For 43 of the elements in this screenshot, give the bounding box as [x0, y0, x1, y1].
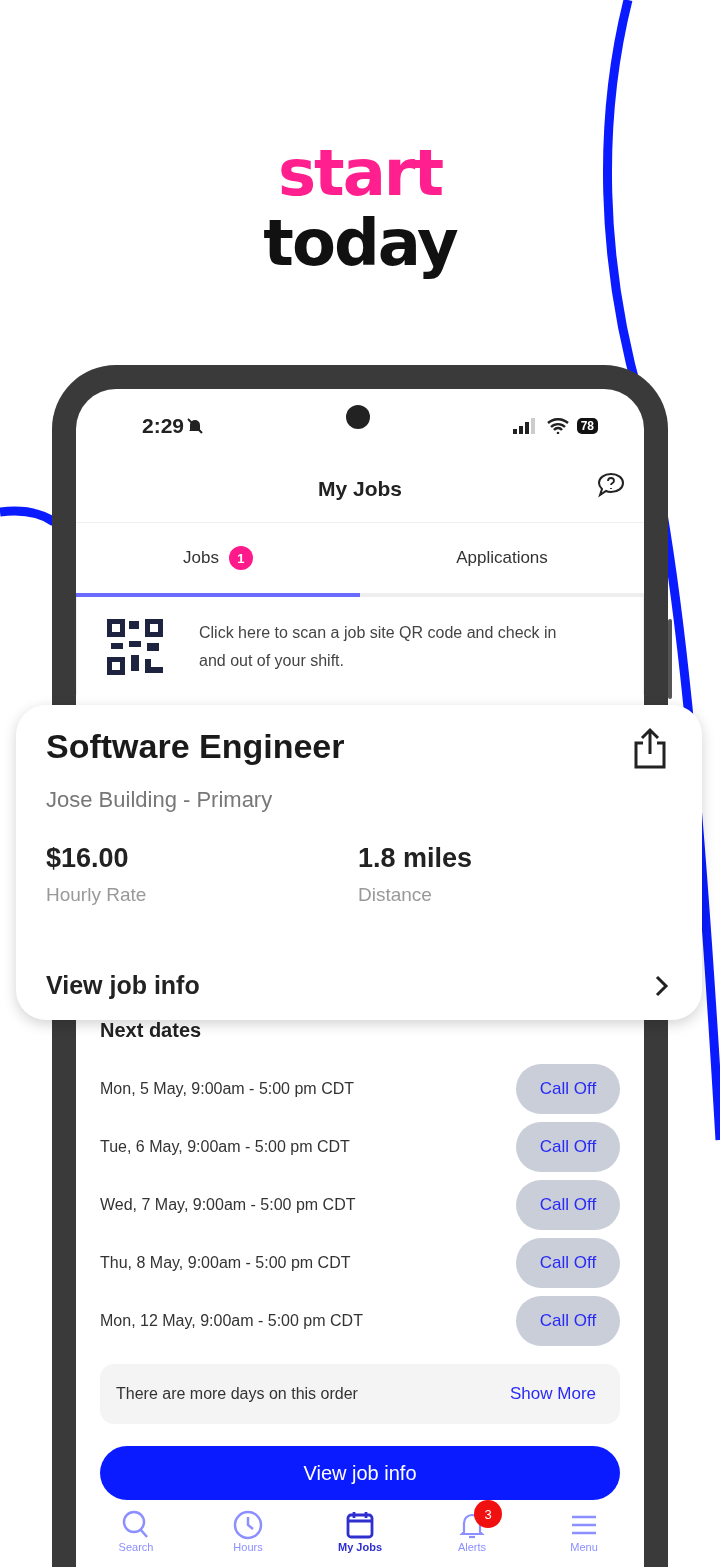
view-job-info-link[interactable]: View job info	[46, 971, 670, 1000]
shift-date: Tue, 6 May, 9:00am - 5:00 pm CDT	[100, 1138, 350, 1156]
job-location: Jose Building - Primary	[46, 787, 274, 813]
call-off-button[interactable]: Call Off	[516, 1064, 620, 1114]
qr-code-icon[interactable]	[107, 619, 163, 675]
shift-date: Mon, 12 May, 9:00am - 5:00 pm CDT	[100, 1312, 363, 1330]
shift-date: Wed, 7 May, 9:00am - 5:00 pm CDT	[100, 1196, 356, 1214]
nav-item[interactable]: My Jobs	[320, 1500, 400, 1553]
section-title: Next dates	[100, 1019, 203, 1042]
show-more-link[interactable]: Show More	[510, 1384, 596, 1404]
stat-label: Hourly Rate	[46, 884, 148, 906]
stat-value: $16.00	[46, 843, 130, 874]
more-days-text: There are more days on this order	[116, 1385, 358, 1403]
status-time: 2:29	[142, 414, 185, 438]
calendar-icon	[345, 1510, 375, 1540]
count-badge: 1	[228, 546, 253, 570]
battery-level: 78	[576, 418, 598, 434]
wifi-icon	[546, 418, 569, 434]
stat-value: 1.8 miles	[358, 843, 474, 874]
job-title: Software Engineer	[46, 727, 345, 766]
camera-dot	[346, 405, 370, 429]
shift-date: Mon, 5 May, 9:00am - 5:00 pm CDT	[100, 1080, 354, 1098]
headline: today	[263, 208, 457, 278]
count-badge: 3	[474, 1500, 502, 1528]
muted-bell-icon	[186, 417, 205, 435]
nav-item[interactable]: Hours	[208, 1500, 288, 1553]
nav-item[interactable]: Menu	[544, 1500, 624, 1553]
call-off-button[interactable]: Call Off	[516, 1238, 620, 1288]
view-job-info-button[interactable]: View job info	[100, 1446, 620, 1500]
nav-item[interactable]: Alerts 3	[432, 1500, 512, 1553]
stat-label: Distance	[358, 884, 433, 906]
chevron-right-icon	[654, 973, 670, 998]
shift-date: Thu, 8 May, 9:00am - 5:00 pm CDT	[100, 1254, 351, 1272]
help-chat-icon[interactable]	[596, 471, 626, 499]
headline: start	[278, 138, 442, 208]
call-off-button[interactable]: Call Off	[516, 1180, 620, 1230]
nav-item[interactable]: Search	[96, 1500, 176, 1553]
clock-icon	[233, 1510, 263, 1540]
call-off-button[interactable]: Call Off	[516, 1122, 620, 1172]
qr-scan-text[interactable]: Click here to scan a job site QR code and check in and out of your shift.	[199, 619, 579, 675]
call-off-button[interactable]: Call Off	[516, 1296, 620, 1346]
search-icon	[122, 1510, 150, 1540]
screen-title: My Jobs	[318, 476, 402, 501]
